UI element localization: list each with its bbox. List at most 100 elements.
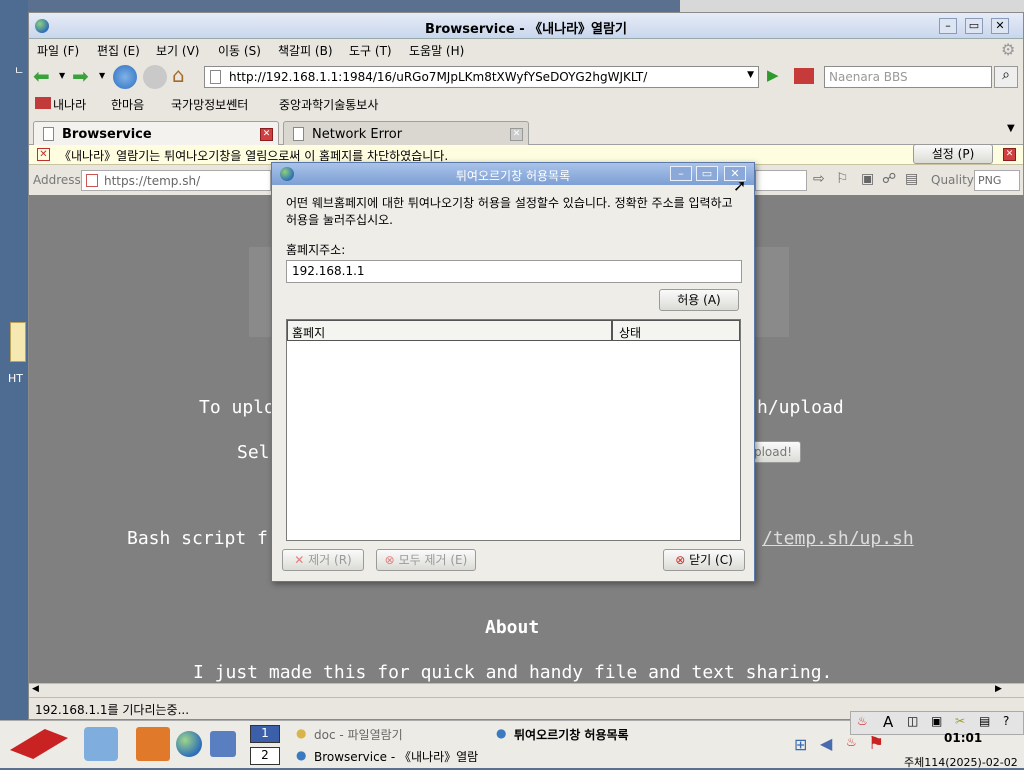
taskbar-item-browser[interactable]: Browservice - 《내나라》열람 [314,748,478,765]
notes-icon[interactable]: ▣ [931,714,942,728]
maximize-button[interactable]: ▭ [965,18,983,34]
url-text: http://192.168.1.1:1984/16/uRGo7MJpLKm8t… [229,70,648,84]
upload-instruction-right[interactable]: h/upload [757,397,844,418]
clipboard-icon[interactable]: ▤ [905,171,918,187]
dialog-maximize-button[interactable]: ▭ [696,166,718,181]
close-window-button[interactable]: ✕ [991,18,1009,34]
media-app-icon[interactable] [210,731,236,757]
stop-icon[interactable] [143,65,167,89]
tools-icon[interactable]: ✂ [955,714,965,728]
office-app-icon[interactable] [136,727,170,761]
menu-go[interactable]: 이동 (S) [218,42,261,59]
url-input[interactable]: http://192.168.1.1:1984/16/uRGo7MJpLKm8t… [204,66,759,88]
start-menu-icon[interactable] [10,729,68,759]
allow-button[interactable]: 허용 (A) [659,289,739,311]
remove-button: ✕ 제거 (R) [282,549,364,571]
close-tab-icon[interactable]: ✕ [510,128,523,141]
site-address-input[interactable]: 192.168.1.1 [286,260,742,283]
tab-label: Browservice [62,127,152,142]
find-icon[interactable]: ☍ [882,171,896,187]
column-header-status[interactable]: 상태 [612,320,740,341]
bookmark-hanmaum[interactable]: 한마음 [111,96,144,113]
menu-file[interactable]: 파일 (F) [37,42,79,59]
site-address-value: 192.168.1.1 [292,264,365,278]
address-field-label: 홈페지주소: [286,243,346,257]
close-tab-icon[interactable]: ✕ [260,128,273,141]
browser-app-icon[interactable] [176,731,202,757]
address-input-end[interactable] [755,170,807,191]
desktop-file-icon[interactable] [10,322,26,362]
remove-all-icon: ⊗ [384,553,395,567]
taskbar-item-file-viewer[interactable]: doc - 파일열람기 [314,726,403,743]
close-notification-icon[interactable]: ✕ [1003,148,1016,161]
navigation-toolbar: ⬅ ▼ ➡ ▼ ⌂ http://192.168.1.1:1984/16/uRG… [29,62,1023,92]
settings-button[interactable]: 설정 (P) [913,144,993,164]
background-window-edge [680,0,1024,12]
zoom-icon[interactable]: ▣ [861,171,874,187]
reload-icon[interactable] [113,65,137,89]
tab-network-error[interactable]: Network Error ✕ [283,121,529,145]
tab-list-chevron-icon[interactable]: ▼ [1007,123,1015,134]
scroll-right-icon[interactable]: ▶ [995,684,1002,694]
menu-view[interactable]: 보기 (V) [156,42,199,59]
help-icon[interactable]: ? [1003,714,1009,728]
bookmark-icon[interactable]: ⚐ [836,171,849,187]
bookmark-naenara[interactable]: 내나라 [53,96,86,113]
menu-tools[interactable]: 도구 (T) [349,42,392,59]
taskbar-item-allowlist[interactable]: 튀여오르기창 허용목록 [514,726,629,743]
clock-time[interactable]: 01:01 [944,731,982,745]
font-icon[interactable]: A [883,713,893,731]
workspace-1[interactable]: 1 [250,725,280,743]
url-dropdown-icon[interactable]: ▼ [747,70,754,80]
docs-icon[interactable]: ▤ [979,714,990,728]
back-dropdown-icon[interactable]: ▼ [59,71,65,80]
volume-icon[interactable]: ◀ [820,734,832,753]
menu-bookmarks[interactable]: 책갈피 (B) [278,42,333,59]
search-input[interactable]: Naenara BBS [824,66,992,88]
flag-icon: ⚑ [868,733,885,754]
editor-app-icon[interactable] [84,727,118,761]
search-icon[interactable]: ⌕ [994,66,1018,88]
tab-label: Network Error [312,127,403,142]
quality-select[interactable]: PNG [974,170,1020,191]
search-engine-icon[interactable] [794,68,814,84]
desktop-icon-label[interactable]: HT [8,372,23,385]
tray-flame-icon[interactable]: ♨ [846,735,857,749]
workspace-2[interactable]: 2 [250,747,280,765]
flame-icon[interactable]: ♨ [857,714,868,728]
window-title: Browservice - 《내나라》열람기 [425,22,627,37]
forward-arrow-icon[interactable]: ➡ [72,64,89,88]
go-icon[interactable]: ⇨ [813,171,825,187]
page-icon [210,70,221,84]
remove-all-label: 모두 제거 (E) [398,553,468,567]
remove-x-icon: ✕ [294,553,305,567]
bookmark-national-network[interactable]: 국가망정보쎈터 [171,96,248,113]
scroll-left-icon[interactable]: ◀ [32,684,39,694]
about-heading: About [485,617,540,638]
dialog-titlebar[interactable]: 튀여오르기창 허용목록 – ▭ ✕ [272,163,754,185]
back-arrow-icon[interactable]: ⬅ [33,64,50,88]
menu-edit[interactable]: 편집 (E) [97,42,140,59]
window-titlebar[interactable]: Browservice - 《내나라》열람기 – ▭ ✕ [29,13,1023,39]
bash-script-link[interactable]: /temp.sh/up.sh [762,528,914,549]
remove-all-button: ⊗ 모두 제거 (E) [376,549,476,571]
column-header-site[interactable]: 홈페지 [287,320,612,341]
window-icon[interactable]: ◫ [907,714,918,728]
taskbar: 1 2 ● doc - 파일열람기 ● 튀여오르기창 허용목록 ● Browse… [0,711,1024,769]
quality-label: Quality [931,173,974,187]
go-arrow-icon[interactable]: ▶ [767,66,779,84]
forward-dropdown-icon[interactable]: ▼ [99,71,105,80]
network-icon[interactable]: ⊞ [794,735,807,754]
allowlist-table[interactable]: 홈페지 상태 [286,319,741,541]
menu-help[interactable]: 도움말 (H) [409,42,464,59]
search-placeholder: Naenara BBS [829,70,908,84]
address-label: Address [33,173,81,187]
home-icon[interactable]: ⌂ [172,63,185,87]
tab-browservice[interactable]: Browservice ✕ [33,121,279,145]
address-input[interactable]: https://temp.sh/ [81,170,271,191]
bookmark-science-news[interactable]: 중앙과학기술통보사 [279,96,378,113]
horizontal-scrollbar[interactable]: ◀ ▶ [29,683,1024,697]
close-dialog-button[interactable]: ⊗ 닫기 (C) [663,549,745,571]
dialog-minimize-button[interactable]: – [670,166,692,181]
minimize-button[interactable]: – [939,18,957,34]
